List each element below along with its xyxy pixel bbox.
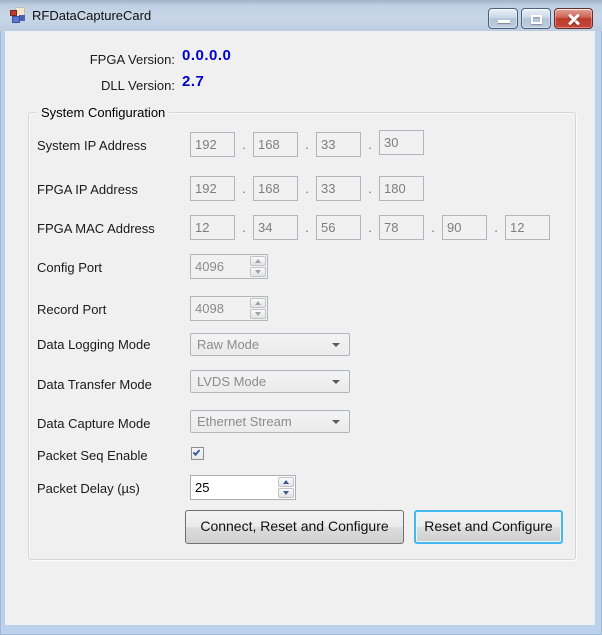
packet-delay-label: Packet Delay (µs): [37, 481, 140, 496]
fpga-mac-octet-1: 12: [190, 215, 235, 240]
data-transfer-mode-label: Data Transfer Mode: [37, 377, 152, 392]
connect-reset-configure-button[interactable]: Connect, Reset and Configure: [185, 510, 404, 544]
octet-separator: .: [305, 181, 309, 196]
arrow-down-icon: [255, 312, 261, 316]
octet-separator: .: [242, 181, 246, 196]
minimize-icon: [498, 20, 510, 23]
maximize-icon: [531, 15, 542, 24]
packet-delay-spin-up-button[interactable]: [278, 477, 294, 487]
octet-separator: .: [368, 137, 372, 152]
octet-separator: .: [494, 220, 498, 235]
fpga-version-value: 0.0.0.0: [182, 47, 232, 64]
config-port-label: Config Port: [37, 260, 103, 275]
arrow-down-icon: [283, 491, 289, 495]
fpga-mac-octet-5: 90: [442, 215, 487, 240]
record-port-spin-up-button: [250, 298, 266, 308]
record-port-input: 4098: [190, 296, 268, 321]
octet-separator: .: [431, 220, 435, 235]
app-icon: [10, 7, 26, 23]
packet-seq-enable-checkbox[interactable]: [191, 447, 204, 460]
close-button[interactable]: [554, 8, 593, 29]
window-title: RFDataCaptureCard: [32, 8, 152, 23]
data-transfer-mode-dropdown: LVDS Mode: [190, 370, 350, 393]
group-title: System Configuration: [37, 105, 170, 120]
packet-delay-spin-down-button[interactable]: [278, 488, 294, 498]
data-logging-mode-dropdown: Raw Mode: [190, 333, 350, 356]
title-bar[interactable]: RFDataCaptureCard: [0, 0, 602, 31]
reset-configure-button[interactable]: Reset and Configure: [414, 510, 563, 544]
record-port-spin-down-button: [250, 309, 266, 319]
maximize-button[interactable]: [521, 8, 551, 29]
config-port-spin-up-button: [250, 256, 266, 266]
system-ip-octet-3: 33: [316, 132, 361, 157]
fpga-mac-label: FPGA MAC Address: [37, 221, 155, 236]
chevron-down-icon: [332, 380, 340, 384]
check-icon: [192, 448, 201, 456]
fpga-ip-octet-2: 168: [253, 176, 298, 201]
octet-separator: .: [305, 137, 309, 152]
record-port-label: Record Port: [37, 302, 107, 317]
data-logging-mode-label: Data Logging Mode: [37, 337, 151, 352]
dll-version-value: 2.7: [182, 73, 205, 90]
fpga-mac-octet-4: 78: [379, 215, 424, 240]
octet-separator: .: [242, 137, 246, 152]
data-capture-mode-label: Data Capture Mode: [37, 416, 151, 431]
fpga-mac-octet-3: 56: [316, 215, 361, 240]
packet-seq-enable-label: Packet Seq Enable: [37, 448, 148, 463]
config-port-spin-down-button: [250, 267, 266, 277]
octet-separator: .: [242, 220, 246, 235]
arrow-up-icon: [255, 301, 261, 305]
fpga-version-label: FPGA Version:: [89, 52, 175, 67]
fpga-ip-octet-4: 180: [379, 176, 424, 201]
packet-delay-input[interactable]: 25: [190, 475, 296, 500]
chevron-down-icon: [332, 343, 340, 347]
minimize-button[interactable]: [488, 8, 518, 29]
octet-separator: .: [305, 220, 309, 235]
octet-separator: .: [368, 220, 372, 235]
system-ip-octet-1: 192: [190, 132, 235, 157]
octet-separator: .: [368, 181, 372, 196]
application-window: RFDataCaptureCard FPGA Version: 0.0.0.0 …: [0, 0, 602, 635]
chevron-down-icon: [332, 420, 340, 424]
fpga-mac-octet-2: 34: [253, 215, 298, 240]
fpga-ip-octet-1: 192: [190, 176, 235, 201]
fpga-ip-label: FPGA IP Address: [37, 182, 138, 197]
system-ip-label: System IP Address: [37, 138, 147, 153]
fpga-mac-octet-6: 12: [505, 215, 550, 240]
system-ip-octet-4: 30: [379, 130, 424, 155]
fpga-ip-octet-3: 33: [316, 176, 361, 201]
config-port-input: 4096: [190, 254, 268, 279]
client-area: FPGA Version: 0.0.0.0 DLL Version: 2.7 S…: [5, 31, 595, 625]
arrow-down-icon: [255, 270, 261, 274]
dll-version-label: DLL Version:: [101, 78, 175, 93]
arrow-up-icon: [283, 480, 289, 484]
data-capture-mode-dropdown: Ethernet Stream: [190, 410, 350, 433]
arrow-up-icon: [255, 259, 261, 263]
system-ip-octet-2: 168: [253, 132, 298, 157]
